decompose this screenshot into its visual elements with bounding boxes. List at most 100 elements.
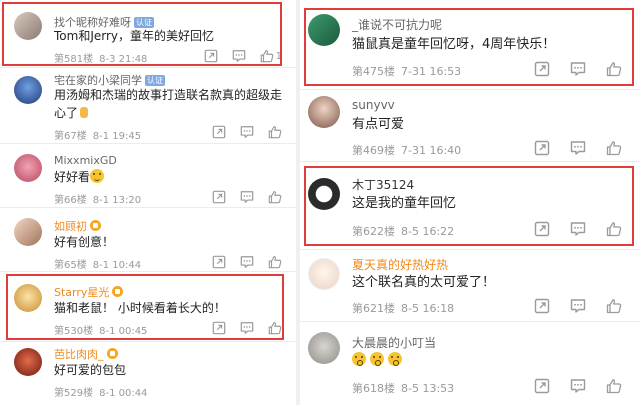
share-icon[interactable] (534, 298, 550, 314)
comment-author[interactable]: sunyvv (352, 98, 395, 112)
comment-item: 夏天真的好热好热 这个联名真的太可爱了！ 第621楼 8-5 16:18 (300, 250, 640, 322)
share-icon[interactable] (212, 125, 226, 139)
comment-text: 好可爱的包包 (54, 363, 127, 377)
comment-icon[interactable] (570, 221, 586, 237)
share-icon[interactable] (204, 49, 218, 63)
comment-author[interactable]: 夏天真的好热好热 (352, 256, 448, 273)
avatar[interactable] (308, 14, 340, 46)
avatar[interactable] (308, 332, 340, 364)
comment-item: 宅在家的小梁同学 认证 用汤姆和杰瑞的故事打造联名款真的超级走 心了 第67楼 8-1… (0, 68, 296, 144)
avatar[interactable] (14, 284, 42, 312)
comment-author[interactable]: 如顾初 (54, 218, 101, 234)
comment-item: sunyvv 有点可爱 第469楼 7-31 16:40 (300, 90, 640, 162)
like-icon[interactable] (268, 321, 282, 335)
like-icon[interactable] (268, 255, 282, 269)
comment-item: 大晨晨的小叮当 第618楼 8-5 13:53 (300, 322, 640, 405)
like-icon[interactable] (260, 49, 274, 63)
share-icon[interactable] (212, 190, 226, 204)
comment-text: 有点可爱 (352, 117, 405, 132)
comment-icon[interactable] (240, 255, 254, 269)
avatar[interactable] (14, 218, 42, 246)
comment-meta: 第529楼 8-1 00:44 (54, 388, 148, 399)
avatar[interactable] (308, 96, 340, 128)
comment-text: 猫和老鼠！ 小时候看着长大的！ (54, 301, 226, 315)
comment-actions (534, 140, 622, 156)
share-icon[interactable] (212, 321, 226, 335)
comment-actions (212, 255, 282, 269)
like-button[interactable]: 1 (260, 49, 282, 63)
comment-icon[interactable] (232, 49, 246, 63)
comment-item: 如顾初 好有创意！ 第65楼 8-1 10:44 (0, 208, 296, 272)
avatar[interactable] (308, 258, 340, 290)
comment-actions (534, 298, 622, 314)
like-icon[interactable] (268, 125, 282, 139)
share-icon[interactable] (534, 61, 550, 77)
share-icon[interactable] (534, 221, 550, 237)
smile-emoji-icon (90, 169, 105, 183)
avatar[interactable] (14, 76, 42, 104)
comment-text: Tom和Jerry，童年的美好回忆 (54, 29, 215, 43)
verified-badge: 认证 (145, 75, 165, 86)
like-icon[interactable] (606, 378, 622, 394)
comment-icon[interactable] (570, 378, 586, 394)
like-icon[interactable] (606, 61, 622, 77)
avatar[interactable] (308, 178, 340, 210)
comment-list-right: _谁说不可抗力呢 猫鼠真是童年回忆呀，4周年快乐！ 第475楼 7-31 16:5… (300, 0, 640, 405)
comment-meta: 第65楼 8-1 10:44 (54, 260, 142, 271)
comment-icon[interactable] (570, 140, 586, 156)
comment-meta: 第581楼 8-3 21:48 (54, 54, 148, 65)
comment-meta: 第475楼 7-31 16:53 (352, 65, 462, 78)
comment-meta: 第66楼 8-1 13:20 (54, 195, 142, 206)
comment-meta: 第618楼 8-5 13:53 (352, 382, 455, 395)
comment-meta: 第469楼 7-31 16:40 (352, 144, 462, 157)
comment-meta: 第530楼 8-1 00:45 (54, 326, 148, 337)
comment-author[interactable]: 芭比肉肉_ (54, 346, 118, 362)
like-icon[interactable] (606, 298, 622, 314)
comment-actions (212, 190, 282, 204)
like-icon[interactable] (606, 221, 622, 237)
share-icon[interactable] (212, 255, 226, 269)
comment-author[interactable]: MixxmixGD (54, 154, 117, 167)
comment-item: Starry星光 猫和老鼠！ 小时候看着长大的！ 第530楼 8-1 00:45 (0, 272, 296, 342)
comment-item: 找个昵称好难呀 认证 Tom和Jerry，童年的美好回忆 第581楼 8-3 21:… (0, 0, 296, 68)
comment-icon[interactable] (240, 190, 254, 204)
comment-icon[interactable] (570, 298, 586, 314)
comment-actions (212, 125, 282, 139)
comment-item: 木丁35124 这是我的童年回忆 第622楼 8-5 16:22 (300, 162, 640, 250)
comment-author[interactable]: _谁说不可抗力呢 (352, 16, 442, 33)
comment-author[interactable]: 木丁35124 (352, 176, 414, 193)
vip-icon (90, 220, 101, 231)
comment-text: 用汤姆和杰瑞的故事打造联名款真的超级走 心了 (54, 88, 283, 120)
comment-text: 好好看 (54, 168, 284, 186)
comment-icon[interactable] (240, 125, 254, 139)
comment-text: 这是我的童年回忆 (352, 196, 457, 211)
comment-list-left: 找个昵称好难呀 认证 Tom和Jerry，童年的美好回忆 第581楼 8-3 21:… (0, 0, 296, 405)
comment-text: 这个联名真的太可爱了！ (352, 275, 496, 290)
like-icon[interactable] (268, 190, 282, 204)
share-icon[interactable] (534, 378, 550, 394)
comment-meta: 第621楼 8-5 16:18 (352, 302, 455, 315)
comment-author[interactable]: Starry星光 (54, 284, 124, 300)
comment-item: MixxmixGD 好好看 第66楼 8-1 13:20 (0, 144, 296, 208)
comment-actions (534, 378, 622, 394)
comment-actions (534, 61, 622, 77)
share-icon[interactable] (534, 140, 550, 156)
comment-actions (212, 321, 282, 335)
avatar[interactable] (14, 154, 42, 182)
comment-icon[interactable] (240, 321, 254, 335)
like-icon[interactable] (606, 140, 622, 156)
comment-emojis (352, 352, 628, 370)
comment-text: 好有创意！ (54, 235, 115, 249)
thumbs-emoji-icon (80, 107, 89, 118)
surprised-emoji-icon (352, 352, 366, 366)
surprised-emoji-icon (370, 352, 385, 366)
comment-actions: 1 (204, 49, 282, 63)
comment-item: 芭比肉肉_ 好可爱的包包 第529楼 8-1 00:44 (0, 342, 296, 405)
avatar[interactable] (14, 348, 42, 376)
comment-text: 猫鼠真是童年回忆呀，4周年快乐！ (352, 37, 556, 52)
comment-icon[interactable] (570, 61, 586, 77)
comment-item: _谁说不可抗力呢 猫鼠真是童年回忆呀，4周年快乐！ 第475楼 7-31 16:5… (300, 0, 640, 90)
comment-author[interactable]: 大晨晨的小叮当 (352, 334, 436, 351)
vip-icon (112, 286, 124, 297)
avatar[interactable] (14, 12, 42, 40)
